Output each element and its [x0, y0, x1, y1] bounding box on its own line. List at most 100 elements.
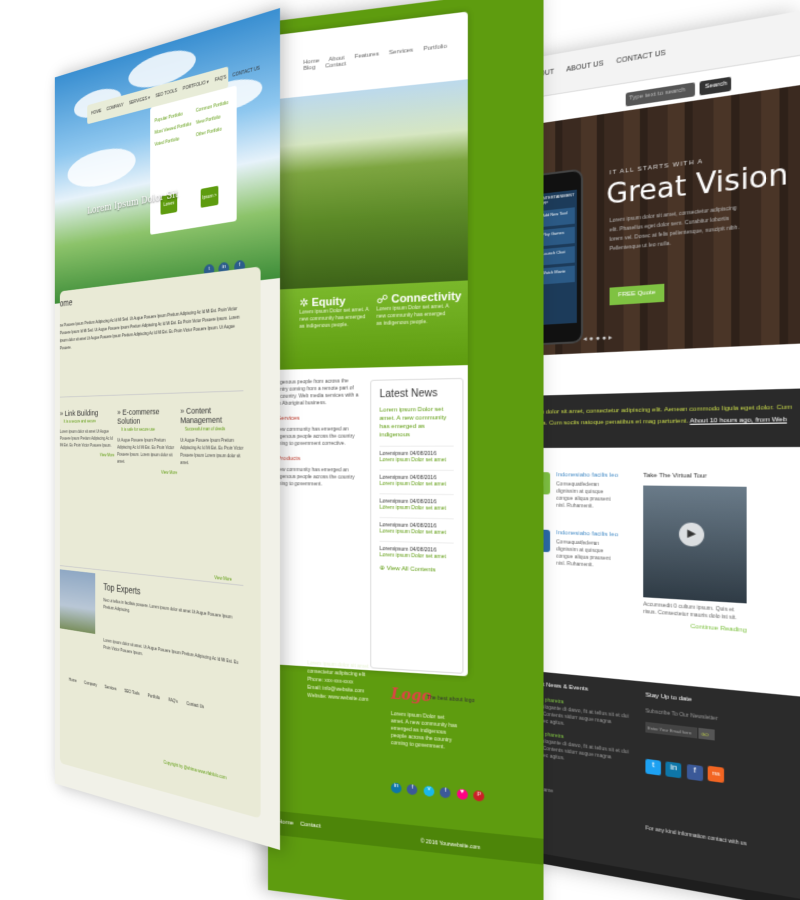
subscribe-button[interactable]: GO: [698, 727, 716, 741]
menu-company[interactable]: COMPANY: [106, 102, 123, 112]
continue-reading-link[interactable]: Continue Reading: [643, 620, 746, 635]
vimeo-icon[interactable]: v: [423, 785, 435, 797]
feature-item: in Indonesiabo facilis leo Consequatfede…: [527, 529, 632, 571]
email-input[interactable]: Enter Your Email here: [645, 721, 698, 739]
pinterest-icon[interactable]: p: [473, 790, 485, 802]
linkedin-icon[interactable]: in: [665, 761, 682, 779]
feature-subtitle: Successful man of deeds: [184, 426, 226, 432]
nav-blog[interactable]: Blog: [303, 65, 315, 72]
video-text: Accumsedit 0 cultum ipsum. Quis et risus…: [643, 601, 737, 622]
feature-ecommerce: » E-commerse Solution It is safe for sec…: [117, 406, 177, 475]
news-lead[interactable]: Lorem ipsum Dolor set amet. A new commun…: [380, 406, 454, 440]
footer-nav-item[interactable]: Home: [69, 677, 77, 683]
copyright: Copyright by @shima www.rfabfolo.com: [163, 759, 227, 781]
news-link[interactable]: Lorem ipsum Dolor set amet: [380, 528, 454, 536]
feature-text: Lorem ipsum Dolor set amet. A new commun…: [299, 306, 369, 330]
website-mockup-dark: ABOUT ABOUT US CONTACT US Type text to s…: [522, 10, 800, 900]
twitter-icon[interactable]: t: [645, 758, 661, 776]
view-more-link[interactable]: View More: [117, 469, 177, 475]
tweet-banner: ipsum dolor sit amet, consectetur adipis…: [522, 388, 800, 448]
tour-title: Take The Virtual Tour: [643, 472, 707, 480]
cloud-shape: [67, 142, 136, 193]
free-quote-button[interactable]: FREE Quote: [609, 283, 665, 306]
hero-banner: ENTERTAINMENT APP Add New Tool Play Game…: [522, 85, 800, 356]
logo-subtitle: The best about logo: [426, 694, 475, 705]
footer-contact-link[interactable]: Contact: [300, 821, 321, 829]
phone-row: Launch Chat: [539, 246, 575, 266]
footer-social: t in f rss: [645, 758, 773, 791]
news-link[interactable]: Lorem ipsum Dolor set amet: [380, 552, 454, 560]
linkedin-icon[interactable]: in: [390, 782, 402, 794]
news-link[interactable]: Lorem ipsum Dolor set amet: [380, 505, 454, 512]
feature-title[interactable]: Indonesiabo facilis leo: [556, 472, 619, 479]
website-mockup-green: Home About Features Services Portfolio B…: [268, 0, 544, 900]
nav-about-us[interactable]: ABOUT US: [566, 60, 603, 73]
facebook-icon[interactable]: f: [440, 787, 451, 799]
logo[interactable]: Logo: [391, 686, 431, 705]
feature-equity: ✲ Equity Lorem ipsum Dolor set amet. A n…: [299, 293, 370, 331]
footer-nav-item[interactable]: SEO Tools: [124, 688, 139, 696]
social-icons: in f v f ♥ p: [390, 773, 486, 802]
facebook-icon[interactable]: f: [686, 764, 703, 782]
menu-home[interactable]: HOME: [91, 108, 101, 116]
left-column: Indigenous people from across the countr…: [272, 378, 362, 489]
news-link[interactable]: Lorem ipsum Dolor set amet: [380, 457, 454, 463]
feature-connectivity: ☍ Connectivity Lorem ipsum Dolor set ame…: [376, 289, 461, 328]
feature-subtitle: It is safe for secure use: [121, 427, 155, 432]
phone-row: Play Games: [539, 226, 575, 247]
logo-text: Lorem ipsum Dolor set amet. A new commun…: [390, 710, 458, 751]
feature-content-management: » Content Management Successful man of d…: [180, 405, 247, 468]
products-label[interactable]: ■ Products: [272, 456, 362, 463]
facebook-icon[interactable]: f: [407, 783, 418, 796]
intro-text: ne Posuere Ipsum Pretium Adipiscing Ac I…: [59, 306, 240, 351]
rss-icon[interactable]: rss: [707, 765, 725, 784]
landscape-image: [271, 79, 468, 290]
feature-title[interactable]: Indonesiabo facilis leo: [556, 530, 619, 538]
slider-dots[interactable]: ◂ ● ● ● ▸: [583, 333, 612, 343]
experts-text: Nec ut tellus in facilisis posuere. Lore…: [103, 597, 233, 620]
footer-nav-item[interactable]: Portfolio: [148, 693, 160, 700]
feature-text: Consequatfederan dignissim at quisque co…: [556, 539, 611, 569]
play-icon[interactable]: ▶: [678, 522, 705, 547]
search-button[interactable]: Search: [700, 76, 732, 96]
feature-band: ✲ Equity Lorem ipsum Dolor set amet. A n…: [271, 280, 468, 370]
menu-seo-tools[interactable]: SEO TOOLS: [155, 88, 177, 99]
feature-title: » Content Management: [180, 405, 223, 425]
menu-faqs[interactable]: FAQ'S: [215, 75, 227, 84]
feature-text: Consequatfederan dignissim at quisque co…: [556, 481, 611, 510]
feature-text: Lorem ipsum Dolor set amet. A new commun…: [376, 303, 449, 328]
menu-portfolio[interactable]: PORTFOLIO ▾: [183, 79, 209, 92]
home-title: ome: [59, 298, 73, 310]
feature-subtitle: It is a secure and secure: [63, 418, 96, 424]
view-more-link[interactable]: View More: [214, 575, 231, 582]
experts-text: Lorem ipsum dolor sit amet. Ut Augue Pos…: [103, 637, 239, 666]
footer-nav-item[interactable]: FAQ's: [168, 697, 177, 704]
view-all-link[interactable]: ⊕ View All Contents: [380, 565, 454, 575]
footer-nav-item[interactable]: Contact Us: [186, 701, 204, 709]
feature-text: Lorem ipsum dolor sit amet Ut Augue Posu…: [59, 429, 113, 448]
menu-services[interactable]: SERVICES ▾: [129, 95, 150, 106]
nav-portfolio[interactable]: Portfolio: [423, 44, 447, 53]
nav-contact-us[interactable]: CONTACT US: [616, 50, 665, 66]
nav-services[interactable]: Services: [389, 47, 413, 56]
dropdown-button[interactable]: Ipsum >: [200, 185, 219, 208]
phone-app-title: ENTERTAINMENT APP: [539, 191, 575, 207]
news-item: Loremipsum 04/08/2016 Lorem ipsum Dolor …: [379, 469, 454, 488]
heart-icon[interactable]: ♥: [456, 788, 468, 801]
banner-link[interactable]: About 10 hours ago, from Web: [690, 417, 787, 425]
footer-nav-item[interactable]: Company: [84, 680, 97, 687]
view-more-link[interactable]: View More: [60, 452, 115, 458]
video-player[interactable]: ▶: [643, 485, 747, 604]
footer-nav-item[interactable]: Services: [105, 684, 117, 691]
services-label[interactable]: ■ Services: [272, 415, 362, 423]
tour-column: Take The Virtual Tour ▶ Accumsedit 0 cul…: [632, 473, 758, 646]
features-column: ))) Indonesiabo facilis leo Consequatfed…: [527, 472, 632, 636]
news-link[interactable]: Lorem ipsum Dolor set amet: [380, 481, 454, 488]
nav-contact[interactable]: Contact: [325, 61, 346, 69]
portfolio-dropdown: Popular Portfolio Most Viewed Portfolio …: [150, 85, 237, 235]
products-text: A new community has emerged an indigenou…: [271, 467, 355, 488]
footer-news-title: Latest News & Events: [527, 680, 589, 693]
nav-features[interactable]: Features: [355, 51, 379, 60]
footer-home-link[interactable]: Home: [278, 819, 294, 827]
phone-row: Add New Tool: [539, 207, 575, 228]
